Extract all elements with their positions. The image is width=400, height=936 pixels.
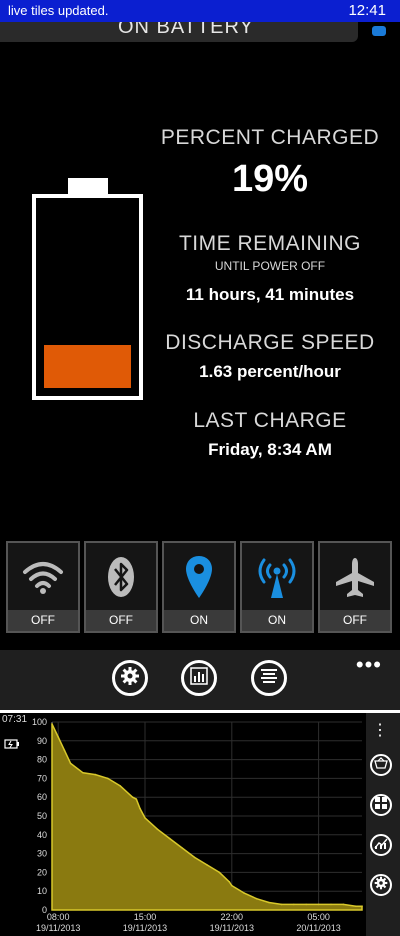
data-point: [280, 903, 283, 906]
data-point: [355, 905, 357, 907]
last-charge-label: LAST CHARGE: [193, 409, 347, 432]
battery-level-fill: [44, 345, 131, 388]
cellular-state: ON: [242, 610, 312, 631]
x-tick-label: 15:00: [134, 912, 157, 922]
data-point: [193, 856, 196, 859]
chart-more-button[interactable]: ⋮: [372, 720, 388, 740]
data-point: [268, 901, 270, 904]
location-pin-icon: [164, 543, 234, 611]
data-point: [119, 785, 121, 787]
data-point: [305, 903, 308, 906]
data-point: [156, 828, 159, 830]
data-point: [131, 796, 134, 798]
notification-text: live tiles updated.: [8, 3, 109, 18]
list-button[interactable]: [251, 660, 287, 696]
settings-icon: [374, 876, 388, 895]
wifi-toggle[interactable]: OFF: [6, 541, 80, 633]
location-toggle[interactable]: ON: [162, 541, 236, 633]
bluetooth-icon: [86, 543, 156, 611]
page-title: ON BATTERY: [118, 22, 254, 38]
data-point: [135, 798, 138, 800]
basket-icon: [374, 756, 388, 774]
discharge-speed-label: DISCHARGE SPEED: [165, 331, 375, 354]
settings-button[interactable]: [112, 660, 148, 696]
chart-side-panel: [366, 713, 400, 936]
x-tick-date: 19/11/2013: [123, 923, 167, 933]
data-point: [139, 807, 141, 810]
data-point: [63, 749, 66, 751]
y-tick-label: 10: [37, 886, 47, 896]
y-tick-label: 70: [37, 773, 47, 783]
bar-chart-icon: [189, 666, 209, 691]
airplane-icon: [320, 543, 390, 611]
store-button[interactable]: [370, 754, 392, 776]
battery-history-chart: 010203040506070809010008:0019/11/201315:…: [32, 717, 363, 933]
chart-settings-button[interactable]: [370, 874, 392, 896]
time-remaining-label: TIME REMAINING: [178, 232, 361, 255]
data-point: [317, 903, 320, 906]
tiles-icon: [375, 796, 387, 814]
bluetooth-state: OFF: [86, 610, 156, 631]
header-bar[interactable]: ON BATTERY: [0, 22, 358, 42]
trend-chart-icon: [374, 836, 388, 854]
settings-icon: [120, 666, 140, 691]
location-state: ON: [164, 610, 234, 631]
data-point: [361, 905, 363, 907]
list-icon: [259, 666, 279, 691]
data-point: [169, 837, 171, 840]
time-remaining-value: 11 hours, 41 minutes: [185, 285, 355, 304]
y-tick-label: 90: [37, 736, 47, 746]
data-point: [181, 847, 183, 849]
battery-icon: [32, 194, 143, 400]
y-tick-label: 50: [37, 811, 47, 821]
statistics-button[interactable]: [181, 660, 217, 696]
y-tick-label: 20: [37, 867, 47, 877]
x-tick-date: 19/11/2013: [210, 923, 254, 933]
data-point: [82, 772, 84, 774]
discharge-speed-value: 1.63 percent/hour: [199, 362, 341, 381]
tiles-button[interactable]: [370, 794, 392, 816]
cellular-toggle[interactable]: ON: [240, 541, 314, 633]
data-point: [342, 903, 345, 906]
data-point: [94, 773, 97, 776]
y-tick-label: 30: [37, 849, 47, 859]
time-remaining-sublabel: UNTIL POWER OFF: [214, 259, 326, 273]
clock: 12:41: [348, 2, 386, 19]
trend-button[interactable]: [370, 834, 392, 856]
data-point: [255, 897, 258, 900]
percent-charged-value: 19%: [231, 158, 309, 200]
airplane-state: OFF: [320, 610, 390, 631]
y-tick-label: 60: [37, 792, 47, 802]
data-point: [57, 736, 59, 738]
airplane-toggle[interactable]: OFF: [318, 541, 392, 633]
more-options-button[interactable]: •••: [356, 652, 382, 678]
last-charge-value: Friday, 8:34 AM: [208, 440, 332, 459]
x-tick-label: 05:00: [307, 912, 330, 922]
data-point: [69, 762, 72, 765]
data-point: [231, 884, 233, 887]
data-point: [228, 881, 231, 883]
wifi-state: OFF: [8, 610, 78, 631]
data-point: [243, 892, 245, 894]
y-tick-label: 100: [32, 717, 47, 727]
x-tick-label: 08:00: [47, 912, 70, 922]
x-tick-date: 20/11/2013: [296, 923, 340, 933]
data-point: [144, 817, 146, 819]
notification-badge: [372, 26, 386, 36]
percent-charged-label: PERCENT CHARGED: [160, 126, 380, 149]
data-point: [206, 864, 208, 866]
data-point: [293, 903, 295, 906]
x-tick-label: 22:00: [221, 912, 244, 922]
bluetooth-toggle[interactable]: OFF: [84, 541, 158, 633]
data-point: [51, 723, 53, 725]
cellular-antenna-icon: [242, 543, 312, 611]
wifi-icon: [8, 543, 78, 611]
y-tick-label: 80: [37, 755, 47, 765]
data-point: [330, 903, 332, 906]
y-tick-label: 40: [37, 830, 47, 840]
data-point: [107, 777, 109, 780]
data-point: [218, 871, 221, 874]
battery-level-area: [51, 723, 363, 911]
x-tick-date: 19/11/2013: [36, 923, 80, 933]
